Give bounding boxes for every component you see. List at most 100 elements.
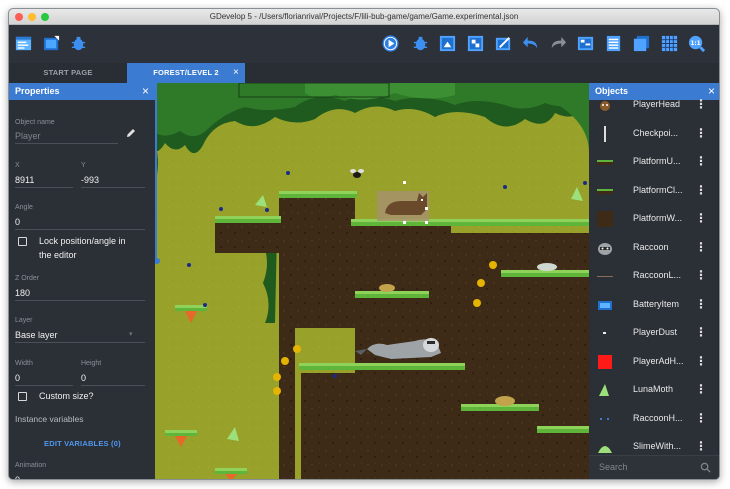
y-underline	[81, 187, 145, 188]
search-input[interactable]: Search	[599, 462, 628, 472]
object-list-item[interactable]: Raccoon ⋮	[589, 234, 719, 262]
layer-select[interactable]: Base layer	[15, 330, 58, 340]
objects-scrollbar[interactable]	[718, 100, 719, 460]
layer-underline	[15, 342, 145, 343]
more-options-icon[interactable]: ⋮	[695, 240, 707, 254]
close-properties-icon[interactable]: ×	[142, 83, 149, 100]
zorder-underline	[15, 300, 145, 301]
more-options-icon[interactable]: ⋮	[695, 354, 707, 368]
object-name: PlayerAdH...	[633, 355, 684, 366]
preview-icon[interactable]	[381, 34, 400, 53]
network-preview-icon[interactable]	[411, 34, 430, 53]
zorder-label: Z Order	[15, 275, 40, 282]
properties-panel: Properties × Object name Player X 8911 Y…	[9, 83, 155, 479]
zoom-icon[interactable]: 1:1	[687, 34, 706, 53]
height-underline	[81, 385, 145, 386]
lock-position-checkbox[interactable]	[18, 237, 27, 246]
y-label: Y	[81, 162, 86, 169]
more-options-icon[interactable]: ⋮	[695, 211, 707, 225]
undo-icon[interactable]	[522, 34, 541, 53]
app-window: GDevelop 5 - /Users/florianrival/Project…	[8, 8, 720, 480]
zorder-field[interactable]: 180	[15, 288, 30, 298]
edit-pencil-icon[interactable]	[125, 127, 137, 139]
object-list-item[interactable]: Checkpoi... ⋮	[589, 120, 719, 148]
more-options-icon[interactable]: ⋮	[695, 382, 707, 396]
edit-variables-button[interactable]: EDIT VARIABLES (0)	[44, 439, 121, 448]
objects-panel: Objects × PlayerHead ⋮ Checkpoi... ⋮ Platfor…	[589, 83, 719, 479]
object-list-item[interactable]: PlatformW... ⋮	[589, 205, 719, 233]
more-options-icon[interactable]: ⋮	[695, 126, 707, 140]
object-name: PlayerDust	[633, 327, 678, 337]
close-tab-icon[interactable]: ×	[233, 63, 239, 83]
object-list-item[interactable]: PlayerDust ⋮	[589, 319, 719, 347]
editor-tabs: START PAGE FOREST/LEVEL 2 ×	[9, 63, 719, 83]
width-label: Width	[15, 360, 33, 367]
object-list-item[interactable]: RaccoonH... ⋮	[589, 405, 719, 433]
object-name: PlatformW...	[633, 213, 683, 223]
object-name-field[interactable]: Player	[15, 131, 41, 141]
object-list-item[interactable]: LunaMoth ⋮	[589, 376, 719, 404]
object-list-item[interactable]: BatteryItem ⋮	[589, 291, 719, 319]
title-bar: GDevelop 5 - /Users/florianrival/Project…	[9, 9, 719, 25]
platform-icon	[597, 183, 613, 199]
raccoon-hit-icon	[597, 411, 613, 427]
custom-size-label: Custom size?	[39, 391, 94, 401]
object-list-item[interactable]: PlatformU... ⋮	[589, 148, 719, 176]
zoom-label: 1:1	[690, 41, 700, 47]
y-field[interactable]: -993	[81, 175, 99, 185]
maximize-window-button[interactable]	[41, 13, 49, 21]
object-list-item[interactable]: PlatformCl... ⋮	[589, 177, 719, 205]
redo-icon[interactable]	[548, 34, 567, 53]
object-name-label: Object name	[15, 119, 55, 126]
object-list-item[interactable]: RaccoonL... ⋮	[589, 262, 719, 290]
more-options-icon[interactable]: ⋮	[695, 297, 707, 311]
objects-search[interactable]: Search	[589, 455, 719, 479]
minimize-window-button[interactable]	[28, 13, 36, 21]
object-list-item[interactable]: PlayerAdH... ⋮	[589, 348, 719, 376]
red-square-icon	[597, 354, 613, 370]
tab-forest-level-2[interactable]: FOREST/LEVEL 2 ×	[127, 63, 245, 83]
debug-icon[interactable]	[69, 34, 88, 53]
layer-label: Layer	[15, 317, 33, 324]
chevron-down-icon[interactable]: ▾	[129, 330, 133, 338]
layers-icon[interactable]	[604, 34, 623, 53]
height-label: Height	[81, 360, 102, 367]
slime-icon	[597, 439, 613, 455]
more-options-icon[interactable]: ⋮	[695, 439, 707, 453]
object-name: RaccoonH...	[633, 412, 683, 423]
add-instance-icon[interactable]	[438, 34, 457, 53]
search-icon[interactable]	[700, 462, 711, 473]
more-options-icon[interactable]: ⋮	[695, 325, 707, 339]
close-window-button[interactable]	[15, 13, 23, 21]
project-manager-icon[interactable]	[14, 34, 33, 53]
width-underline	[15, 385, 73, 386]
platform-icon	[597, 154, 613, 170]
more-options-icon[interactable]: ⋮	[695, 183, 707, 197]
object-list-item[interactable]: PlayerHead ⋮	[589, 91, 719, 119]
properties-title: Properties	[15, 86, 60, 96]
toggle-grid-icon[interactable]	[660, 34, 679, 53]
object-groups-icon[interactable]	[632, 34, 651, 53]
lock-position-label-1: Lock position/angle in	[39, 236, 126, 246]
tab-start-page[interactable]: START PAGE	[9, 63, 127, 83]
edit-objects-icon[interactable]	[494, 34, 513, 53]
instances-list-icon[interactable]	[466, 34, 485, 53]
grid-settings-icon[interactable]	[576, 34, 595, 53]
height-field[interactable]: 0	[81, 373, 86, 383]
raccoon-line-icon	[597, 268, 613, 284]
angle-field[interactable]: 0	[15, 217, 20, 227]
more-options-icon[interactable]: ⋮	[695, 411, 707, 425]
x-field[interactable]: 8911	[15, 175, 34, 185]
more-options-icon[interactable]: ⋮	[695, 97, 707, 111]
width-field[interactable]: 0	[15, 373, 20, 383]
window-title: GDevelop 5 - /Users/florianrival/Project…	[209, 12, 519, 21]
more-options-icon[interactable]: ⋮	[695, 154, 707, 168]
scene-editor-canvas[interactable]	[155, 83, 589, 479]
animation-label: Animation	[15, 462, 47, 469]
custom-size-checkbox[interactable]	[18, 392, 27, 401]
more-options-icon[interactable]: ⋮	[695, 268, 707, 282]
object-name: RaccoonL...	[633, 270, 682, 280]
object-name: BatteryItem	[633, 298, 680, 309]
open-scene-icon[interactable]	[42, 34, 61, 53]
animation-field[interactable]: 0	[15, 475, 20, 479]
